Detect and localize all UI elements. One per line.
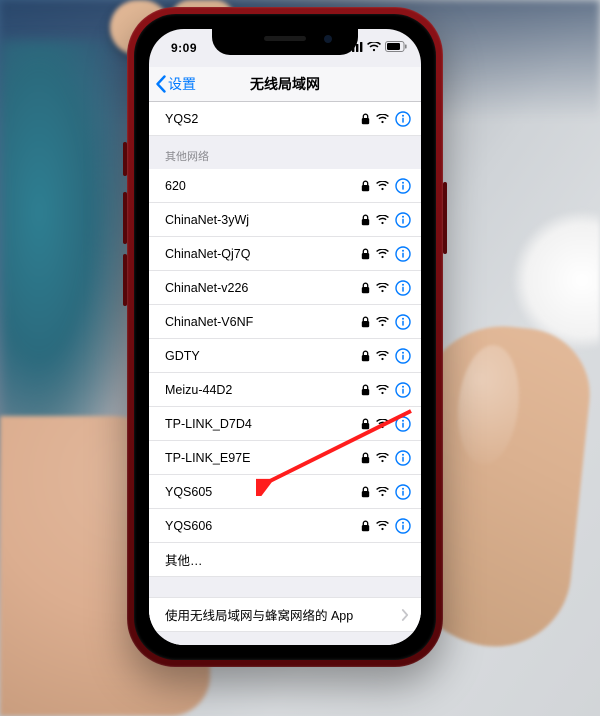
wifi-strength-icon — [376, 317, 389, 327]
wifi-network-row[interactable]: ChinaNet-3yWj — [149, 203, 421, 237]
network-name: ChinaNet-3yWj — [165, 213, 361, 227]
wifi-network-row[interactable]: GDTY — [149, 339, 421, 373]
lock-icon — [361, 316, 370, 328]
wifi-strength-icon — [376, 114, 389, 124]
info-icon[interactable] — [395, 246, 411, 262]
network-name: Meizu-44D2 — [165, 383, 361, 397]
back-button[interactable]: 设置 — [155, 67, 196, 101]
wifi-network-row[interactable]: Meizu-44D2 — [149, 373, 421, 407]
iphone-frame: 9:09 设置 无线局域网 YQS2 其他网络 620 ChinaNet-3yWj Ch… — [127, 7, 443, 667]
info-icon[interactable] — [395, 314, 411, 330]
lock-icon — [361, 180, 370, 192]
other-network-row[interactable]: 其他… — [149, 543, 421, 577]
wifi-strength-icon — [376, 215, 389, 225]
apps-using-wlan-row[interactable]: 使用无线局域网与蜂窝网络的 App — [149, 597, 421, 632]
wifi-list[interactable]: YQS2 其他网络 620 ChinaNet-3yWj ChinaNet-Qj7Q Chi… — [149, 102, 421, 645]
lock-icon — [361, 486, 370, 498]
lock-icon — [361, 350, 370, 362]
wifi-network-row[interactable]: YQS2 — [149, 102, 421, 136]
footer-label: 使用无线局域网与蜂窝网络的 App — [165, 605, 353, 624]
wifi-network-row[interactable]: TP-LINK_D7D4 — [149, 407, 421, 441]
wifi-network-row[interactable]: 620 — [149, 169, 421, 203]
info-icon[interactable] — [395, 348, 411, 364]
network-name: TP-LINK_E97E — [165, 451, 361, 465]
wifi-strength-icon — [376, 521, 389, 531]
lock-icon — [361, 384, 370, 396]
network-name: TP-LINK_D7D4 — [165, 417, 361, 431]
nav-bar: 设置 无线局域网 — [149, 67, 421, 102]
page-title: 无线局域网 — [250, 74, 320, 94]
notch — [212, 29, 358, 55]
info-icon[interactable] — [395, 450, 411, 466]
wifi-strength-icon — [376, 487, 389, 497]
wifi-network-row[interactable]: ChinaNet-Qj7Q — [149, 237, 421, 271]
network-name: ChinaNet-V6NF — [165, 315, 361, 329]
other-label: 其他… — [165, 550, 411, 569]
wifi-strength-icon — [376, 419, 389, 429]
wifi-network-row[interactable]: YQS605 — [149, 475, 421, 509]
chevron-left-icon — [155, 75, 167, 93]
screen: 9:09 设置 无线局域网 YQS2 其他网络 620 ChinaNet-3yWj Ch… — [149, 29, 421, 645]
lock-icon — [361, 113, 370, 125]
network-name: ChinaNet-Qj7Q — [165, 247, 361, 261]
status-time: 9:09 — [171, 41, 197, 55]
info-icon[interactable] — [395, 416, 411, 432]
wifi-network-row[interactable]: YQS606 — [149, 509, 421, 543]
wifi-strength-icon — [376, 351, 389, 361]
wifi-network-row[interactable]: TP-LINK_E97E — [149, 441, 421, 475]
lock-icon — [361, 418, 370, 430]
lock-icon — [361, 248, 370, 260]
lock-icon — [361, 282, 370, 294]
network-name: 620 — [165, 179, 361, 193]
lock-icon — [361, 214, 370, 226]
lock-icon — [361, 452, 370, 464]
network-name: YQS2 — [165, 112, 361, 126]
network-name: GDTY — [165, 349, 361, 363]
section-header-other: 其他网络 — [149, 136, 421, 169]
info-icon[interactable] — [395, 382, 411, 398]
info-icon[interactable] — [395, 280, 411, 296]
network-name: ChinaNet-v226 — [165, 281, 361, 295]
wifi-strength-icon — [376, 283, 389, 293]
wifi-strength-icon — [376, 385, 389, 395]
lock-icon — [361, 520, 370, 532]
wifi-strength-icon — [376, 453, 389, 463]
wifi-network-row[interactable]: ChinaNet-v226 — [149, 271, 421, 305]
wifi-network-row[interactable]: ChinaNet-V6NF — [149, 305, 421, 339]
wifi-icon — [367, 42, 381, 52]
battery-icon — [385, 41, 407, 52]
info-icon[interactable] — [395, 518, 411, 534]
back-label: 设置 — [168, 74, 196, 94]
network-name: YQS605 — [165, 485, 361, 499]
info-icon[interactable] — [395, 484, 411, 500]
info-icon[interactable] — [395, 178, 411, 194]
section-gap — [149, 577, 421, 597]
network-name: YQS606 — [165, 519, 361, 533]
wifi-strength-icon — [376, 181, 389, 191]
section-gap — [149, 632, 421, 645]
info-icon[interactable] — [395, 212, 411, 228]
chevron-right-icon — [401, 609, 409, 621]
info-icon[interactable] — [395, 111, 411, 127]
wifi-strength-icon — [376, 249, 389, 259]
